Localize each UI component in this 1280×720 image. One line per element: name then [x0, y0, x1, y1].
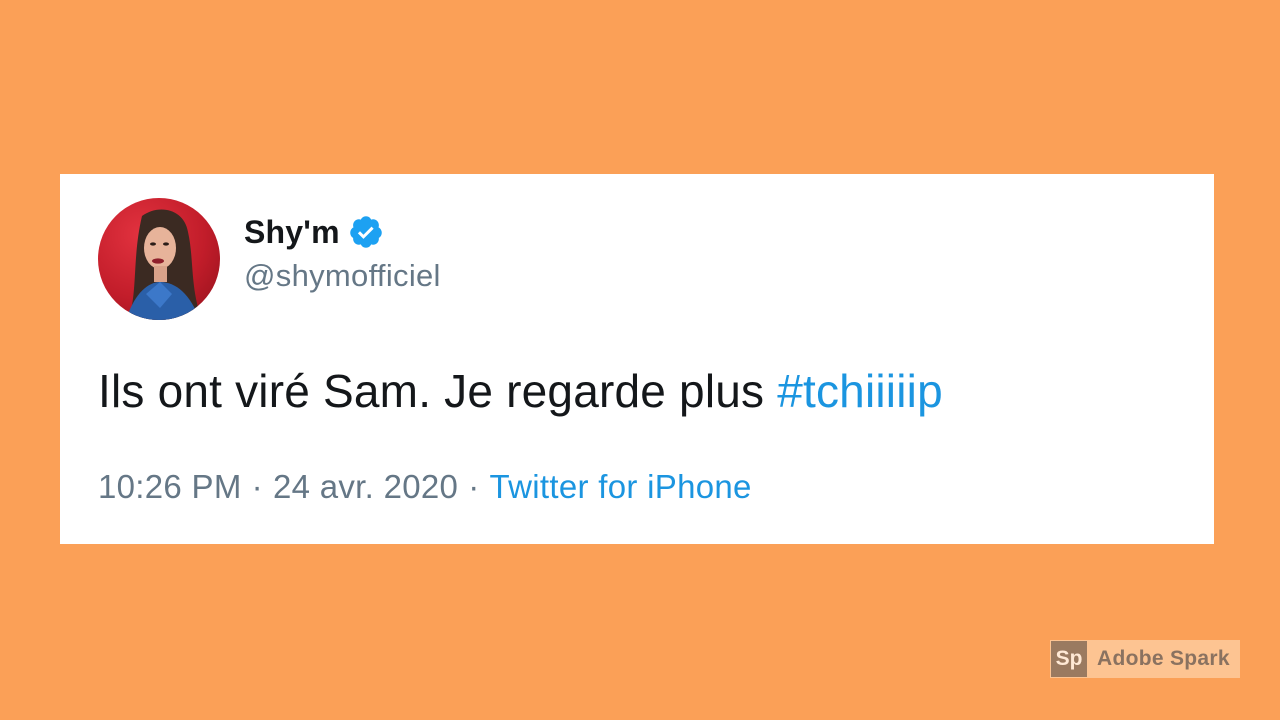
adobe-spark-watermark: Sp Adobe Spark — [1050, 640, 1240, 678]
tweet-author: Shy'm @shymofficiel — [244, 212, 441, 294]
hashtag-link[interactable]: #tchiiiiip — [777, 365, 943, 417]
tweet-text: Ils ont viré Sam. Je regarde plus #tchii… — [98, 364, 943, 418]
tweet-source-link[interactable]: Twitter for iPhone — [490, 468, 752, 505]
watermark-label: Adobe Spark — [1097, 647, 1230, 670]
author-name-row: Shy'm — [244, 212, 441, 252]
author-handle[interactable]: @shymofficiel — [244, 258, 441, 294]
tweet-meta: 10:26 PM · 24 avr. 2020 · Twitter for iPhone — [98, 468, 752, 506]
meta-separator: · — [468, 468, 480, 505]
adobe-spark-logo-icon: Sp — [1051, 641, 1087, 677]
author-display-name[interactable]: Shy'm — [244, 214, 340, 251]
meta-separator: · — [251, 468, 263, 505]
avatar-image — [126, 209, 202, 320]
tweet-card: Shy'm @shymofficiel Ils ont viré Sam. Je… — [60, 174, 1214, 544]
verified-badge-icon — [348, 214, 384, 250]
tweet-date[interactable]: 24 avr. 2020 — [273, 468, 458, 505]
tweet-time[interactable]: 10:26 PM — [98, 468, 242, 505]
tweet-body-text: Ils ont viré Sam. Je regarde plus — [98, 365, 778, 417]
avatar[interactable] — [98, 198, 220, 320]
